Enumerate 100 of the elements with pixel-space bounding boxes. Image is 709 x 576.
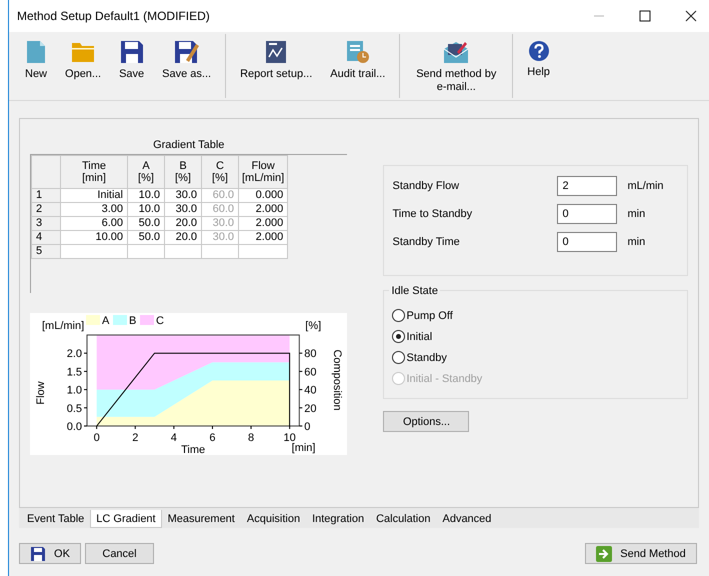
tick-label: 2 <box>132 432 138 444</box>
tab[interactable]: LC Gradient <box>90 510 162 528</box>
table-cell[interactable] <box>128 244 164 258</box>
toolbar-button[interactable]: New <box>17 40 56 100</box>
table-cell[interactable]: 0.000 <box>238 188 288 202</box>
composition-unit: [%] <box>305 320 322 332</box>
ok-button[interactable]: OK <box>19 543 81 564</box>
folder-icon <box>71 40 96 64</box>
radio-button[interactable] <box>392 330 406 343</box>
toolbar-button[interactable]: Save as... <box>154 40 220 100</box>
unit-label: min <box>627 236 646 248</box>
window-title: Method Setup Default1 (MODIFIED) <box>17 9 210 23</box>
save-as-icon <box>174 40 200 64</box>
radio-label[interactable]: Standby <box>406 352 447 364</box>
radio-button[interactable] <box>392 351 406 364</box>
tick-label: 80 <box>304 348 317 360</box>
table-cell[interactable]: 50.0 <box>128 216 164 230</box>
table-cell[interactable]: 6.00 <box>60 216 128 230</box>
tick-label: 0.0 <box>66 421 82 433</box>
table-cell[interactable]: 10.0 <box>128 202 164 216</box>
radio-label[interactable]: Initial <box>406 330 432 342</box>
table-cell[interactable]: 20.0 <box>164 216 202 230</box>
arrow-right-icon <box>596 546 612 562</box>
legend-label: C <box>156 315 164 327</box>
tick-label: 20 <box>304 402 317 415</box>
help-icon <box>528 40 550 62</box>
tick-label: 0 <box>94 432 100 444</box>
axis-title: Time <box>181 444 206 455</box>
tab[interactable]: Calculation <box>370 510 436 528</box>
table-cell[interactable]: 50.0 <box>128 230 164 244</box>
toolbar-button[interactable]: Save <box>111 40 152 100</box>
column-header: C [%] <box>202 156 238 188</box>
field-label: Standby Time <box>392 236 461 248</box>
flow-unit: [mL/min] <box>42 320 84 332</box>
document-icon <box>25 40 47 64</box>
close-icon[interactable] <box>685 10 697 22</box>
toolbar-button[interactable]: Audit trail... <box>322 40 394 100</box>
table-cell[interactable]: Initial <box>60 188 128 202</box>
table-cell[interactable]: 10.0 <box>128 188 164 202</box>
tab[interactable]: Advanced <box>436 510 498 528</box>
column-header: A [%] <box>128 156 164 188</box>
axis-title: Composition <box>331 349 343 411</box>
column-header: B [%] <box>164 156 202 188</box>
row-number: 1 <box>32 188 60 202</box>
input-field[interactable]: 0 <box>557 232 618 252</box>
column-header: Flow [mL/min] <box>238 156 288 188</box>
maximize-icon[interactable] <box>639 10 651 22</box>
tab[interactable]: Acquisition <box>240 510 306 528</box>
tick-label: 60 <box>304 366 317 378</box>
input-field[interactable]: 2 <box>557 176 618 196</box>
save-icon <box>120 40 144 64</box>
tick-label: 4 <box>170 432 177 444</box>
table-cell[interactable]: 2.000 <box>238 216 288 230</box>
table-title: Gradient Table <box>152 139 226 151</box>
table-cell[interactable] <box>164 244 202 258</box>
table-cell[interactable]: 30.0 <box>164 202 202 216</box>
legend-label: A <box>102 315 110 327</box>
unit-label: min <box>627 208 646 220</box>
tick-label: 2.0 <box>66 348 82 360</box>
table-cell[interactable]: 30.0 <box>164 188 202 202</box>
table-cell[interactable]: 10.00 <box>60 230 128 244</box>
table-cell[interactable]: 3.00 <box>60 202 128 216</box>
tab[interactable]: Event Table <box>21 510 90 528</box>
table-cell[interactable]: 2.000 <box>238 230 288 244</box>
tick-label: 10 <box>284 432 296 444</box>
toolbar-button[interactable]: Open... <box>57 40 110 100</box>
table-cell[interactable] <box>238 244 288 258</box>
radio-button[interactable] <box>392 309 406 322</box>
toolbar-button[interactable]: Report setup... <box>232 40 320 100</box>
table-cell[interactable] <box>60 244 128 258</box>
report-icon <box>265 40 288 64</box>
tick-label: 1.0 <box>66 384 82 397</box>
row-number: 3 <box>32 216 60 230</box>
field-label: Time to Standby <box>392 208 474 220</box>
row-number: 2 <box>32 202 60 216</box>
input-field[interactable]: 0 <box>557 204 618 224</box>
tab[interactable]: Measurement <box>162 510 241 528</box>
legend-label: B <box>129 315 136 327</box>
axis-title: Flow <box>35 381 47 405</box>
tick-label: 1.5 <box>66 366 82 378</box>
save-icon <box>30 546 46 562</box>
row-number: 4 <box>32 230 60 244</box>
cancel-button[interactable]: Cancel <box>85 543 154 564</box>
envelope-icon <box>443 40 470 64</box>
options-button[interactable]: Options... <box>383 411 470 432</box>
group-title: Idle State <box>389 285 440 297</box>
tab[interactable]: Integration <box>306 510 370 528</box>
toolbar-button[interactable]: Send method by e-mail... <box>406 40 506 100</box>
radio-label[interactable]: Pump Off <box>406 310 453 322</box>
tick-label: 0.5 <box>66 402 82 415</box>
table-cell[interactable]: 2.000 <box>238 202 288 216</box>
field-label: Standby Flow <box>392 180 460 192</box>
send-method-button[interactable]: Send Method <box>585 543 697 564</box>
table-cell[interactable]: 20.0 <box>164 230 202 244</box>
document-clock-icon <box>346 40 370 64</box>
table-cell[interactable] <box>202 244 238 258</box>
tick-label: 8 <box>248 432 254 444</box>
time-unit: [min] <box>292 442 316 454</box>
tick-label: 6 <box>209 432 216 444</box>
toolbar-button[interactable]: Help <box>519 40 558 100</box>
